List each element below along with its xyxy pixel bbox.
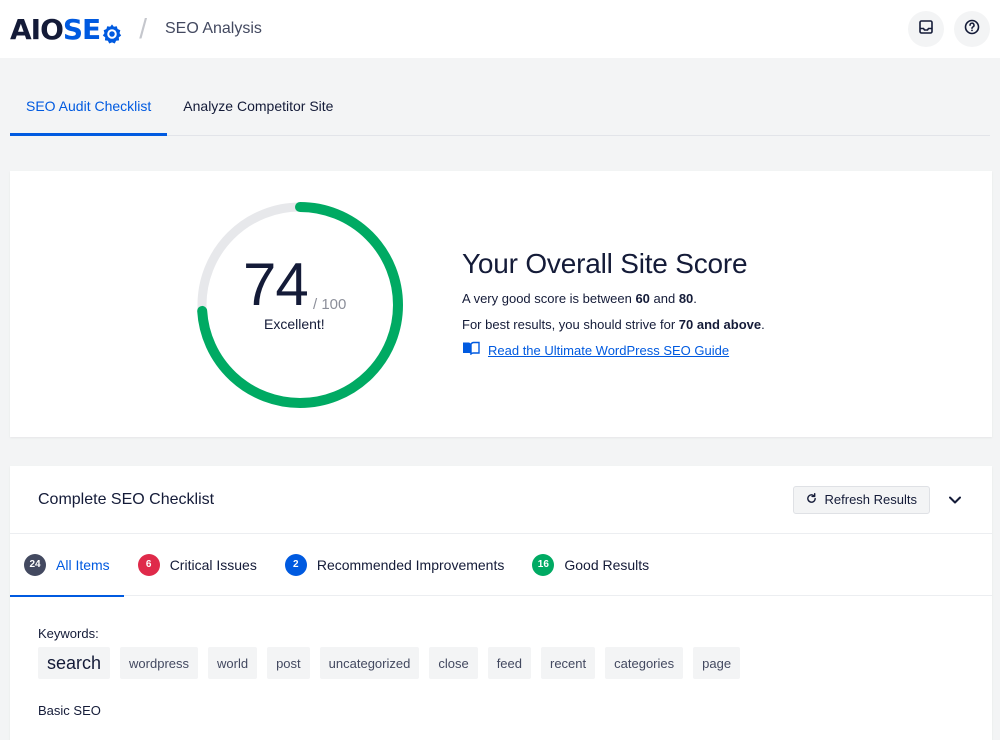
checklist-title: Complete SEO Checklist [38, 490, 215, 508]
filter-critical-issues[interactable]: 6 Critical Issues [124, 534, 271, 596]
refresh-icon [806, 492, 817, 507]
score-info: Your Overall Site Score A very good scor… [462, 248, 962, 364]
keyword-chip: wordpress [120, 647, 198, 679]
score-range-text: A very good score is between 60 and 80. [462, 291, 697, 306]
score-rating: Excellent! [264, 316, 325, 332]
keywords-label: Keywords: [38, 626, 99, 641]
chevron-down-icon [949, 491, 961, 509]
score-goal-text: For best results, you should strive for … [462, 317, 765, 332]
collapse-toggle[interactable] [946, 491, 964, 509]
notifications-button[interactable] [908, 11, 944, 47]
top-header: AIO SE / SEO Analysis [0, 0, 1000, 58]
keywords-section: Keywords: search wordpress world post un… [10, 596, 992, 718]
page-title: SEO Analysis [164, 20, 262, 37]
keyword-list: search wordpress world post uncategorize… [38, 647, 964, 679]
keyword-chip: page [693, 647, 741, 679]
filter-all-items[interactable]: 24 All Items [10, 534, 124, 597]
checklist-header: Complete SEO Checklist Refresh Results [10, 466, 992, 534]
keyword-chip: uncategorized [319, 647, 420, 679]
inbox-icon [918, 19, 934, 40]
refresh-results-button[interactable]: Refresh Results [792, 485, 930, 514]
tab-analyze-competitor-site[interactable]: Analyze Competitor Site [167, 77, 349, 135]
help-button[interactable] [954, 11, 990, 47]
count-badge: 16 [532, 553, 555, 576]
keyword-chip: feed [487, 647, 531, 679]
keyword-chip: world [208, 647, 258, 679]
count-badge: 24 [24, 553, 46, 576]
score-value: 74 [243, 251, 309, 318]
keyword-chip: recent [541, 647, 596, 679]
score-heading: Your Overall Site Score [462, 248, 748, 279]
header-divider: / [139, 13, 147, 44]
tab-seo-audit-checklist[interactable]: SEO Audit Checklist [10, 77, 168, 136]
keyword-chip: post [267, 647, 310, 679]
site-score-card: 74 / 100 Excellent! Your Overall Site Sc… [10, 171, 992, 437]
aioseo-logo[interactable]: AIO SE [10, 9, 123, 49]
checklist-filter-tabs: 24 All Items 6 Critical Issues 2 Recomme… [10, 534, 992, 597]
count-badge: 2 [284, 553, 307, 576]
filter-good-results[interactable]: 16 Good Results [518, 534, 663, 596]
filter-recommended-improvements[interactable]: 2 Recommended Improvements [271, 534, 519, 596]
keyword-chip: close [429, 647, 478, 679]
seo-checklist-card: Complete SEO Checklist Refresh Results 2… [10, 466, 992, 740]
main-tabs: SEO Audit Checklist Analyze Competitor S… [10, 78, 990, 136]
header-actions [908, 11, 990, 47]
book-icon [462, 338, 480, 364]
gear-logo-icon [101, 19, 123, 44]
keyword-chip: search [38, 647, 111, 679]
keyword-chip: categories [605, 647, 684, 679]
help-icon [964, 19, 980, 40]
score-max: / 100 [313, 296, 347, 313]
basic-seo-heading: Basic SEO [38, 703, 101, 718]
count-badge: 6 [137, 553, 160, 576]
seo-guide-link[interactable]: Read the Ultimate WordPress SEO Guide [462, 338, 962, 364]
